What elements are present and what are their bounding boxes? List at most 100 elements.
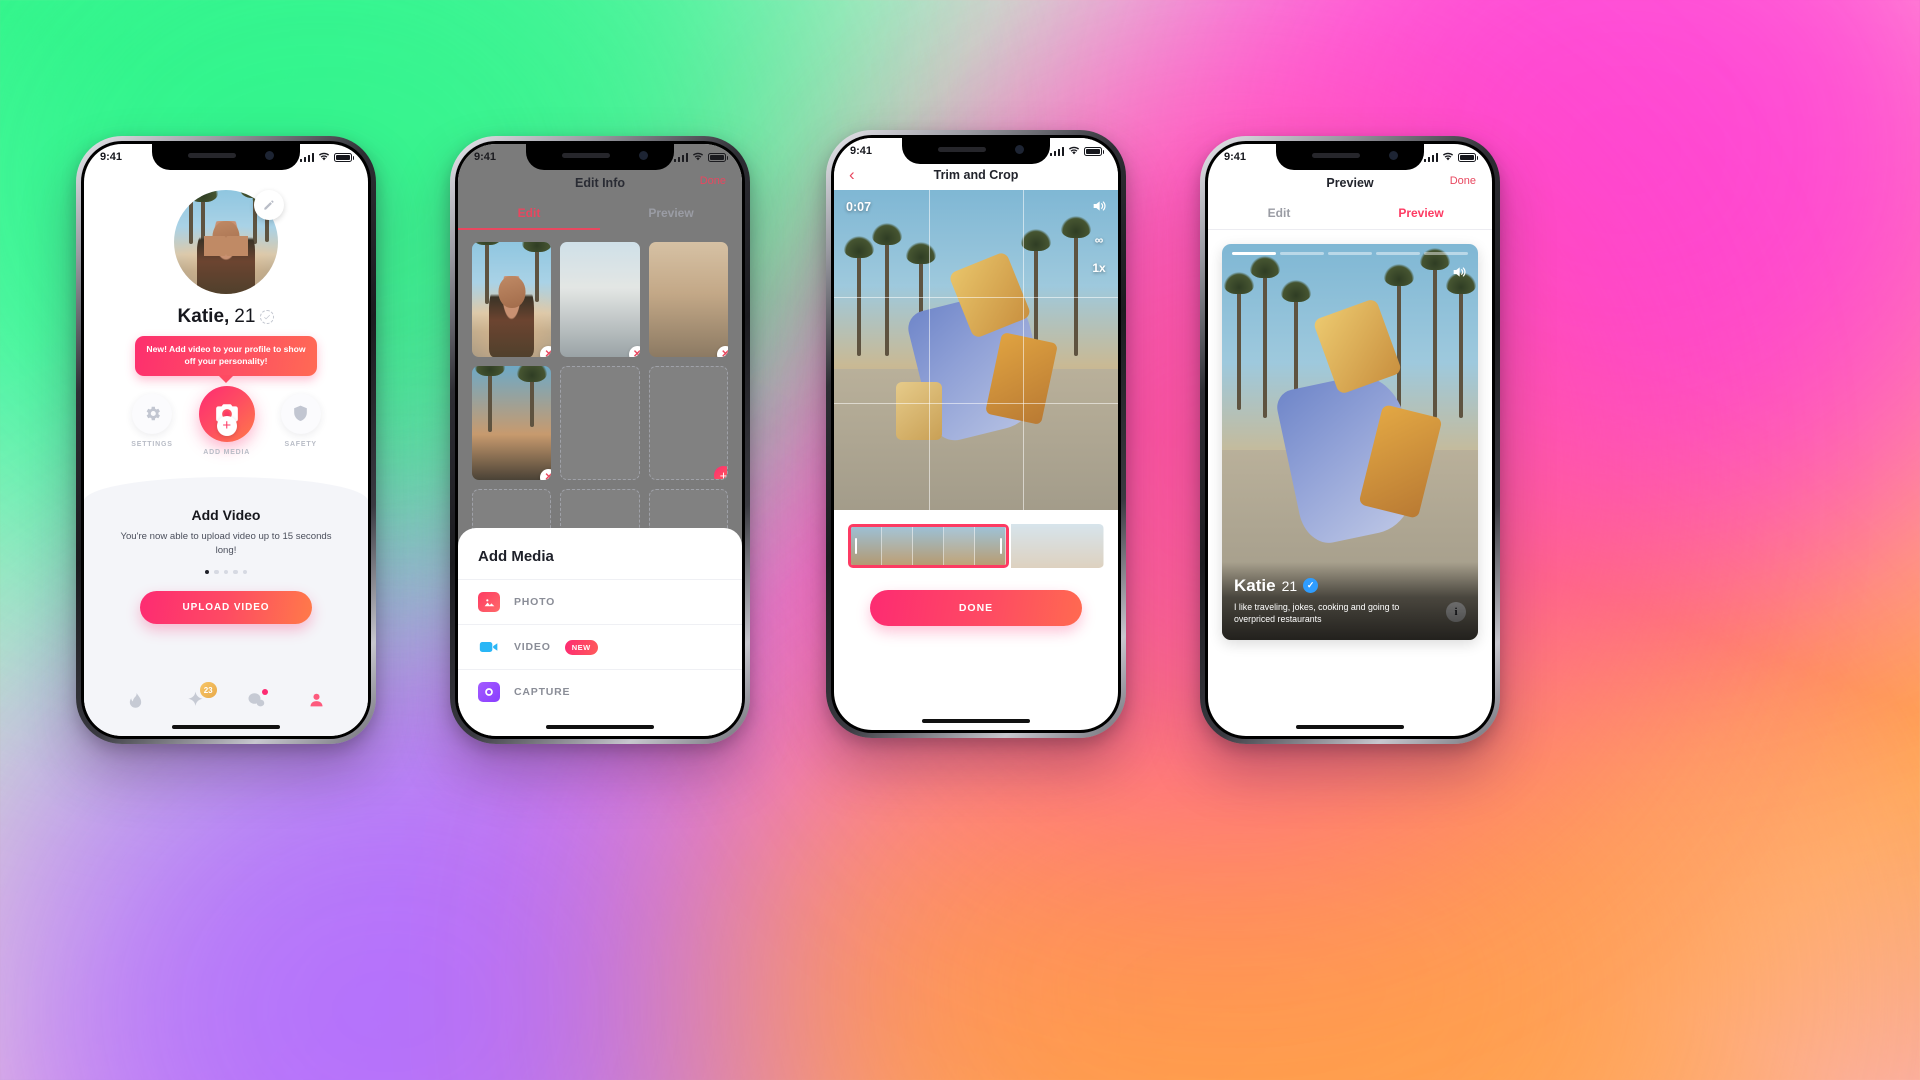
video-preview[interactable]: 0:07 ∞ 1x (834, 190, 1118, 510)
wifi-icon (318, 152, 330, 161)
notch (152, 144, 300, 170)
sheet-item-capture[interactable]: CAPTURE (458, 669, 742, 714)
edit-avatar-button[interactable] (254, 190, 284, 220)
card-bio: I like traveling, jokes, cooking and goi… (1234, 601, 1400, 625)
trim-selection[interactable] (848, 524, 1010, 568)
tab-edit[interactable]: Edit (1208, 206, 1350, 229)
home-indicator (172, 725, 280, 729)
video-promo-tooltip: New! Add video to your profile to show o… (135, 336, 317, 376)
notch (526, 144, 674, 170)
trim-timeline[interactable] (848, 524, 1104, 568)
battery-icon (1458, 152, 1478, 162)
home-indicator (1296, 725, 1404, 729)
carousel-dots[interactable] (84, 569, 368, 575)
settings-button[interactable]: SETTINGS (131, 393, 172, 448)
status-time: 9:41 (100, 151, 123, 163)
profile-name-row: Katie, 21 (84, 306, 368, 328)
battery-icon (1084, 146, 1104, 156)
status-time: 9:41 (474, 151, 497, 163)
earpiece-speaker (188, 153, 236, 158)
gear-icon-wrap (132, 393, 172, 434)
front-camera (1389, 151, 1398, 160)
battery-icon (334, 152, 354, 162)
speaker-icon[interactable] (1090, 198, 1108, 219)
add-media-plus-icon[interactable]: + (714, 466, 727, 480)
screen-edit-info: 9:41 Edit Info Done Edit Preview ✕ ✕ ✕ ✕… (458, 144, 742, 736)
loop-infinity-icon[interactable]: ∞ (1095, 233, 1104, 247)
tab-preview[interactable]: Preview (1350, 206, 1492, 229)
wifi-icon (692, 152, 704, 161)
done-button[interactable]: DONE (870, 590, 1082, 626)
sheet-item-photo[interactable]: PHOTO (458, 579, 742, 624)
verified-badge-icon: ✓ (1303, 578, 1319, 593)
media-cell[interactable]: ✕ (560, 242, 640, 357)
media-cell-empty[interactable]: + (648, 365, 728, 481)
tab-profile[interactable] (308, 691, 325, 714)
media-cell[interactable]: ✕ (648, 242, 728, 357)
remove-media-icon[interactable]: ✕ (540, 345, 552, 357)
status-time: 9:41 (850, 145, 873, 157)
front-camera (639, 151, 648, 160)
video-timer: 0:07 (846, 200, 872, 214)
capture-icon (478, 682, 500, 702)
home-indicator (922, 719, 1030, 723)
profile-preview-card[interactable]: Katie 21 ✓ I like traveling, jokes, cook… (1222, 244, 1478, 640)
wifi-icon (1442, 152, 1454, 161)
chevron-left-icon[interactable]: ‹ (849, 165, 855, 185)
front-camera (1015, 145, 1024, 154)
remove-media-icon[interactable]: ✕ (540, 469, 552, 481)
video-label: VIDEO (514, 641, 551, 653)
shield-icon (294, 405, 308, 422)
status-icons (1423, 152, 1478, 162)
screen-preview: 9:41 Preview Done Edit Preview Katie 21 … (1208, 144, 1492, 736)
media-thumb (648, 242, 728, 357)
done-button[interactable]: Done (1450, 175, 1476, 187)
media-progress-bar[interactable] (1232, 252, 1468, 255)
media-cell-empty[interactable] (560, 365, 640, 481)
media-cell[interactable]: ✕ (472, 242, 552, 357)
video-camera-icon (478, 637, 500, 657)
phone-bezel: 9:41 ‹ Trim and Crop 0:07 ∞ 1x DONE (831, 135, 1121, 733)
trim-handle-right[interactable] (1000, 538, 1003, 554)
trim-handle-left[interactable] (855, 538, 857, 554)
crop-grid (834, 190, 1118, 510)
phone-profile-screen: 9:41 Katie, 21 New! Add video to your pr… (76, 136, 376, 744)
earpiece-speaker (562, 153, 610, 158)
trim-frame (913, 527, 945, 565)
trim-frame (882, 527, 914, 565)
verified-check-icon[interactable] (260, 310, 275, 324)
tab-preview[interactable]: Preview (600, 206, 742, 230)
trim-unselected[interactable] (1011, 524, 1104, 568)
flame-icon (129, 692, 142, 708)
edit-preview-tabs: Edit Preview (458, 206, 742, 230)
tab-flame[interactable] (127, 690, 144, 715)
sheet-title: Add Media (478, 548, 554, 565)
avatar-hands (204, 235, 248, 256)
media-cell[interactable]: ✕ (472, 365, 552, 481)
trim-frame (944, 527, 976, 565)
speaker-icon[interactable] (1450, 264, 1468, 285)
done-button[interactable]: Done (700, 175, 726, 187)
video-controls: ∞ 1x (1090, 198, 1108, 275)
add-media-label: ADD MEDIA (203, 448, 251, 456)
gear-icon (146, 406, 160, 421)
notch (1276, 144, 1424, 170)
safety-button[interactable]: SAFETY (280, 393, 321, 448)
tab-star[interactable]: 23 (186, 682, 217, 714)
speed-icon[interactable]: 1x (1092, 261, 1105, 275)
phone-bezel: 9:41 Edit Info Done Edit Preview ✕ ✕ ✕ ✕… (455, 141, 745, 739)
page-title: Trim and Crop (933, 168, 1019, 182)
signal-icon (1049, 146, 1064, 156)
signal-icon (1423, 152, 1438, 162)
sheet-item-video[interactable]: VIDEO NEW (458, 624, 742, 669)
thumb-head (498, 276, 526, 309)
add-video-title: Add Video (191, 507, 261, 523)
add-media-button[interactable]: + ADD MEDIA (198, 385, 255, 456)
status-icons (1049, 146, 1104, 156)
tab-chat[interactable] (246, 688, 269, 714)
phone-preview-screen: 9:41 Preview Done Edit Preview Katie 21 … (1200, 136, 1500, 744)
signal-icon (673, 152, 688, 162)
signal-icon (299, 152, 314, 162)
upload-video-button[interactable]: UPLOAD VIDEO (140, 591, 312, 625)
tab-edit[interactable]: Edit (458, 206, 600, 230)
